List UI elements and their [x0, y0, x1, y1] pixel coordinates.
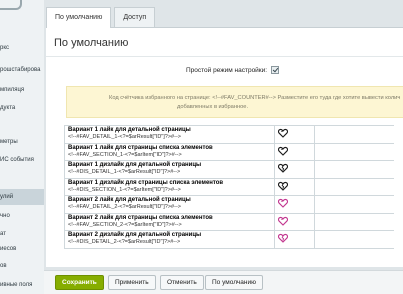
variants-table: Вариант 1 лайк для детальной страницы <!-…	[64, 125, 394, 249]
counter-notice: Код счётчика избранного на странице: <!-…	[66, 86, 403, 118]
sidebar-logo	[0, 0, 22, 10]
variant-title: Вариант 2 дизлайк для детальной страницы	[68, 232, 202, 239]
heart-outline-dark-icon[interactable]	[278, 146, 288, 156]
sidebar-item[interactable]: улий	[0, 193, 13, 201]
variant-title: Вариант 1 дизлайк для детальной страницы	[68, 162, 202, 169]
variant-label-cell: Вариант 2 дизлайк для детальной страницы…	[64, 230, 275, 249]
variant-spacer-cell	[314, 125, 394, 144]
variant-code: <!--#DIS_SECTION_1-<?=$arItem["ID"]?>#--…	[68, 186, 181, 193]
variant-spacer-cell	[314, 230, 394, 249]
sidebar-item[interactable]: мпиляця	[0, 86, 24, 94]
sidebar-item[interactable]: ркс	[0, 44, 9, 52]
variant-code: <!--#DIS_DETAIL_1-<?=$arResult["ID"]?>#-…	[68, 169, 181, 176]
heart-broken-dark-icon[interactable]	[278, 181, 288, 191]
variant-row: Вариант 1 лайк для страницы списка элеме…	[64, 142, 394, 161]
cancel-button[interactable]: Отменить	[160, 275, 204, 290]
variant-spacer-cell	[314, 142, 394, 161]
variant-code: <!--#DIS_DETAIL_2-<?=$arResult["ID"]?>#-…	[68, 239, 181, 246]
settings-panel: По умолчанию Простой режим настройки: Ко…	[46, 27, 403, 267]
heart-outline-dark-icon[interactable]	[278, 128, 288, 139]
notice-line: Код счётчика избранного на странице: <!-…	[109, 95, 401, 101]
variant-code: <!--#FAV_SECTION_1-<?=$arItem["ID"]?>#--…	[68, 151, 182, 158]
sidebar-item[interactable]: метры	[0, 138, 18, 146]
heart-outline-pink-icon[interactable]	[278, 216, 288, 226]
variant-code: <!--#FAV_DETAIL_1-<?=$arResult["ID"]?>#-…	[68, 134, 181, 141]
apply-button[interactable]: Применить	[108, 275, 156, 290]
sidebar-item[interactable]: ов	[0, 262, 7, 270]
notice-line: добавленных в избранное.	[177, 104, 249, 110]
heart-outline-pink-icon[interactable]	[278, 198, 288, 209]
variant-label-cell: Вариант 2 лайк для детальной страницы <!-…	[64, 195, 275, 214]
tab-default[interactable]: По умолчанию	[46, 7, 112, 28]
variant-icon-cell	[274, 125, 315, 144]
variant-label-cell: Вариант 1 дизлайк для страницы списка эл…	[64, 177, 275, 196]
variant-row: Вариант 1 лайк для детальной страницы <!-…	[64, 125, 394, 144]
variant-row: Вариант 2 лайк для страницы списка элеме…	[64, 212, 394, 231]
admin-sidebar: ркс рошстабирова мпиляця дукта метры ИС …	[0, 0, 44, 294]
variant-label-cell: Вариант 1 лайк для страницы списка элеме…	[64, 142, 275, 161]
sidebar-item[interactable]: ивные поля	[0, 281, 32, 289]
variant-label-cell: Вариант 1 лайк для детальной страницы <!-…	[64, 125, 275, 144]
simple-mode-checkbox[interactable]	[271, 66, 280, 74]
simple-mode-label: Простой режим настройки:	[186, 66, 268, 74]
variant-label-cell: Вариант 2 лайк для страницы списка элеме…	[64, 212, 275, 231]
variant-title: Вариант 2 лайк для детальной страницы	[68, 197, 191, 204]
sidebar-item[interactable]: рошстабирова	[0, 66, 40, 74]
variant-icon-cell	[274, 212, 315, 231]
save-button[interactable]: Сохранить	[55, 275, 104, 290]
sidebar-item[interactable]: дукта	[0, 104, 15, 112]
variant-row: Вариант 1 дизлайк для детальной страницы…	[64, 160, 394, 179]
variant-icon-cell	[274, 142, 315, 161]
variant-code: <!--#FAV_DETAIL_2-<?=$arResult["ID"]?>#-…	[68, 204, 181, 211]
variant-icon-cell	[274, 160, 315, 179]
variant-spacer-cell	[314, 195, 394, 214]
variant-icon-cell	[274, 177, 315, 196]
simple-mode-row: Простой режим настройки:	[186, 66, 280, 74]
variant-title: Вариант 1 лайк для страницы списка элеме…	[68, 144, 213, 151]
variant-title: Вариант 1 дизлайк для страницы списка эл…	[68, 179, 224, 186]
sidebar-item[interactable]: иесов	[0, 245, 16, 253]
variant-row: Вариант 1 дизлайк для страницы списка эл…	[64, 177, 394, 196]
sidebar-item[interactable]: чно	[0, 212, 10, 220]
variant-icon-cell	[274, 195, 315, 214]
sidebar-item[interactable]: ИС события	[0, 156, 34, 164]
variant-icon-cell	[274, 230, 315, 249]
tab-bar: По умолчанию Доступ	[46, 7, 158, 28]
page-title: По умолчанию	[54, 37, 129, 49]
heart-broken-dark-icon[interactable]	[278, 163, 288, 174]
variant-title: Вариант 1 лайк для детальной страницы	[68, 127, 191, 134]
heart-broken-pink-icon[interactable]	[278, 233, 288, 244]
variant-title: Вариант 2 лайк для страницы списка элеме…	[68, 214, 213, 221]
variant-row: Вариант 2 дизлайк для детальной страницы…	[64, 230, 394, 249]
reset-default-button[interactable]: По умолчанию	[205, 275, 263, 290]
variant-spacer-cell	[314, 160, 394, 179]
divider	[46, 56, 403, 57]
tab-access[interactable]: Доступ	[114, 7, 156, 27]
variant-row: Вариант 2 лайк для детальной страницы <!-…	[64, 195, 394, 214]
action-bar: Сохранить Применить Отменить По умолчани…	[44, 270, 403, 294]
variant-spacer-cell	[314, 177, 394, 196]
variant-spacer-cell	[314, 212, 394, 231]
variant-code: <!--#FAV_SECTION_2-<?=$arItem["ID"]?>#--…	[68, 221, 182, 228]
variant-label-cell: Вариант 1 дизлайк для детальной страницы…	[64, 160, 275, 179]
sidebar-item[interactable]: ат	[0, 230, 6, 238]
